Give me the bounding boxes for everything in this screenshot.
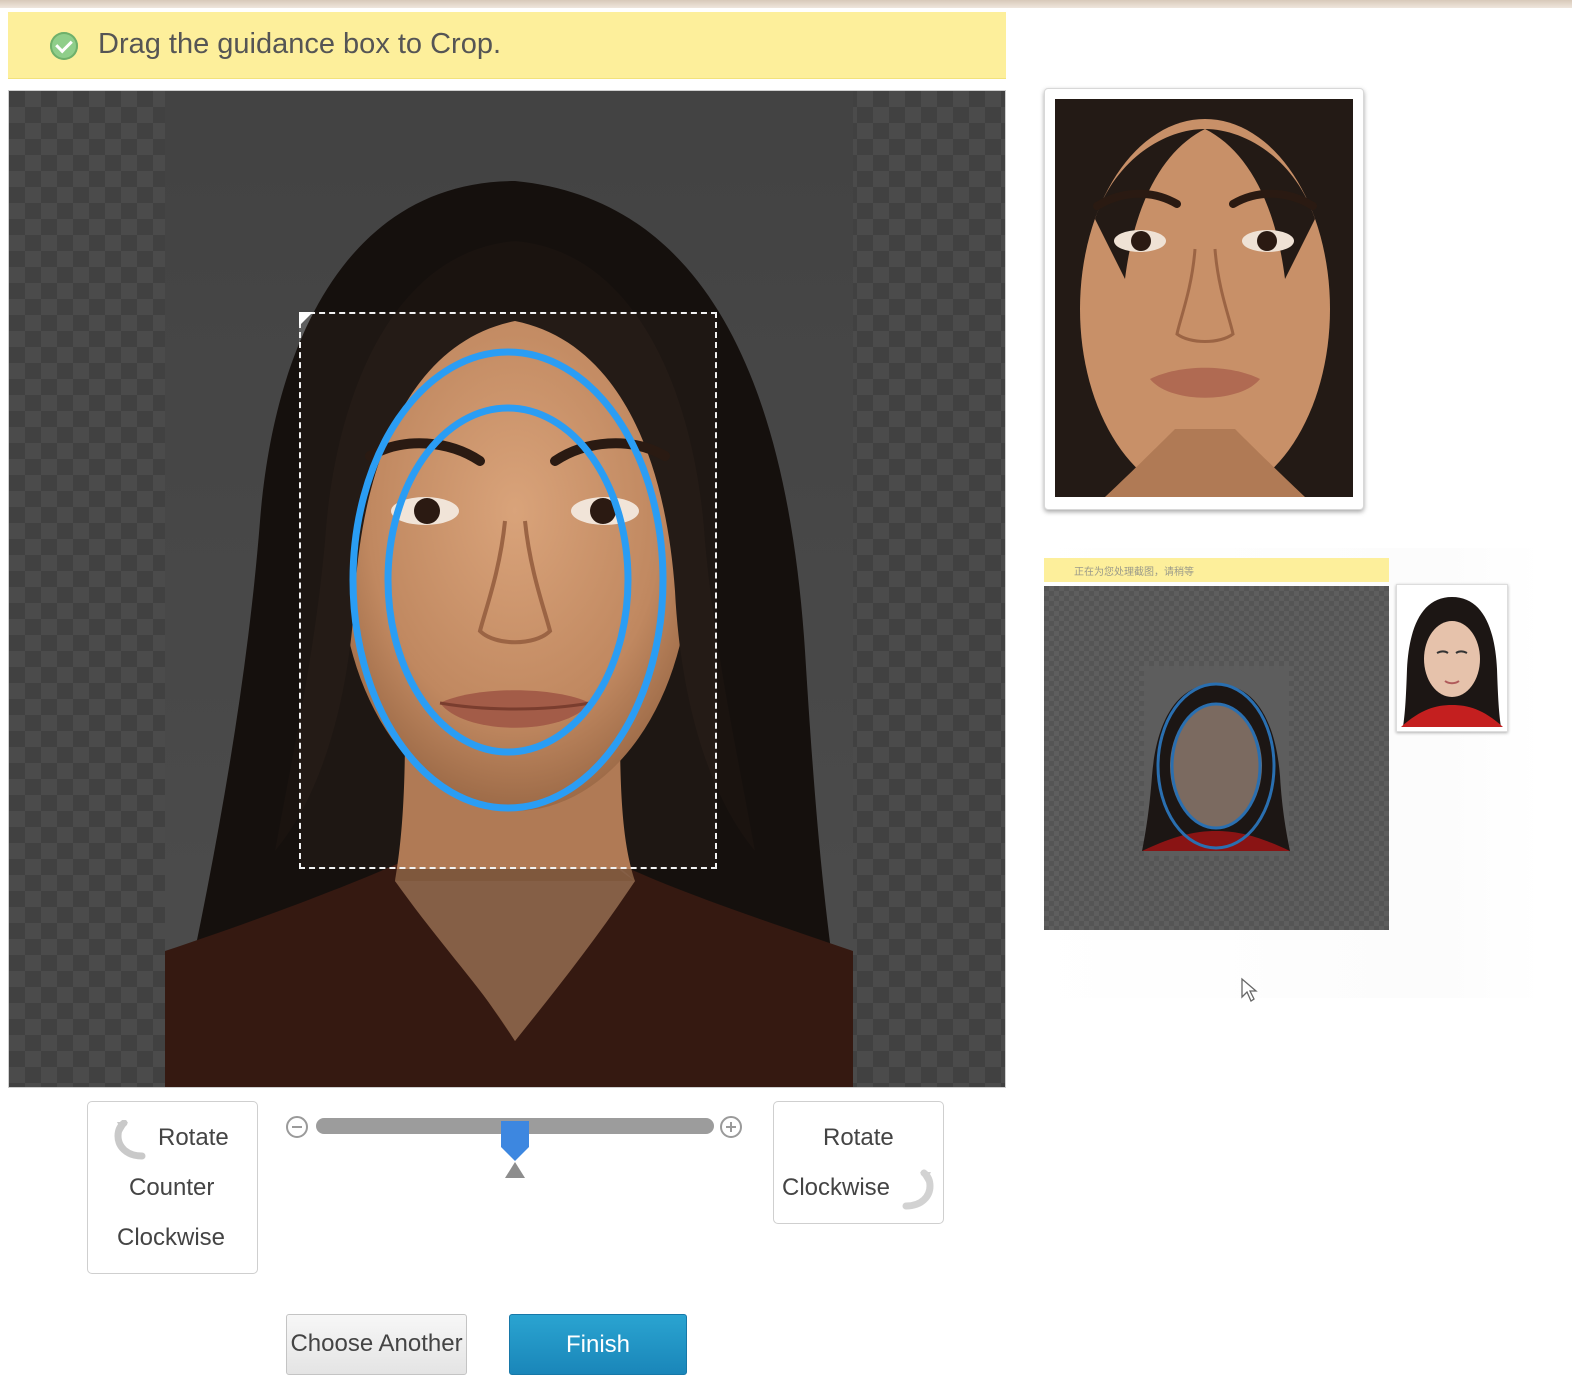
example-illustration: 正在为您处理截图，请稍等: [1024, 548, 1544, 998]
instruction-banner: Drag the guidance box to Crop.: [8, 12, 1006, 79]
rotate-counter-clockwise-button[interactable]: Rotate Counter Clockwise: [87, 1101, 258, 1274]
zoom-out-icon[interactable]: [286, 1116, 308, 1138]
face-guide-ovals: [349, 348, 667, 812]
crop-shade-left: [9, 312, 299, 869]
crop-shade-top: [9, 91, 1005, 312]
example-result-photo: [1396, 584, 1508, 732]
crop-canvas[interactable]: [8, 90, 1006, 1088]
rotate-ccw-icon: [114, 1120, 146, 1160]
rotate-cw-label-line2: Clockwise: [782, 1174, 891, 1201]
finish-button[interactable]: Finish: [509, 1314, 687, 1375]
zoom-handle[interactable]: [499, 1121, 531, 1161]
zoom-in-icon[interactable]: [720, 1116, 742, 1138]
window-top-strip: [0, 0, 1572, 8]
rotate-ccw-label-line2: Counter: [129, 1174, 215, 1201]
crop-guidance-box[interactable]: [299, 312, 717, 869]
zoom-track[interactable]: [316, 1118, 714, 1161]
crop-preview: [1044, 88, 1364, 510]
choose-another-button[interactable]: Choose Another: [286, 1314, 467, 1375]
mouse-pointer-icon: [1241, 977, 1258, 1002]
example-banner-text: 正在为您处理截图，请稍等: [1074, 567, 1194, 578]
zoom-default-marker: [505, 1162, 525, 1178]
check-circle-icon: [50, 32, 78, 60]
preview-image: [1055, 99, 1353, 497]
crop-shade-bottom: [9, 869, 1005, 1087]
example-result-image: [1401, 589, 1503, 727]
rotate-cw-label-line1: Rotate: [823, 1124, 894, 1151]
rotate-clockwise-button[interactable]: Rotate Clockwise: [773, 1101, 944, 1224]
instruction-text: Drag the guidance box to Crop.: [98, 28, 502, 60]
rotate-ccw-label-line1: Rotate: [158, 1124, 229, 1151]
example-banner: 正在为您处理截图，请稍等: [1044, 558, 1389, 582]
example-photo: [1142, 666, 1290, 856]
crop-shade-right: [717, 312, 1005, 869]
rotate-cw-icon: [902, 1169, 934, 1210]
example-canvas: [1044, 586, 1389, 930]
zoom-slider[interactable]: [284, 1108, 746, 1188]
rotate-ccw-label-line3: Clockwise: [117, 1224, 226, 1251]
